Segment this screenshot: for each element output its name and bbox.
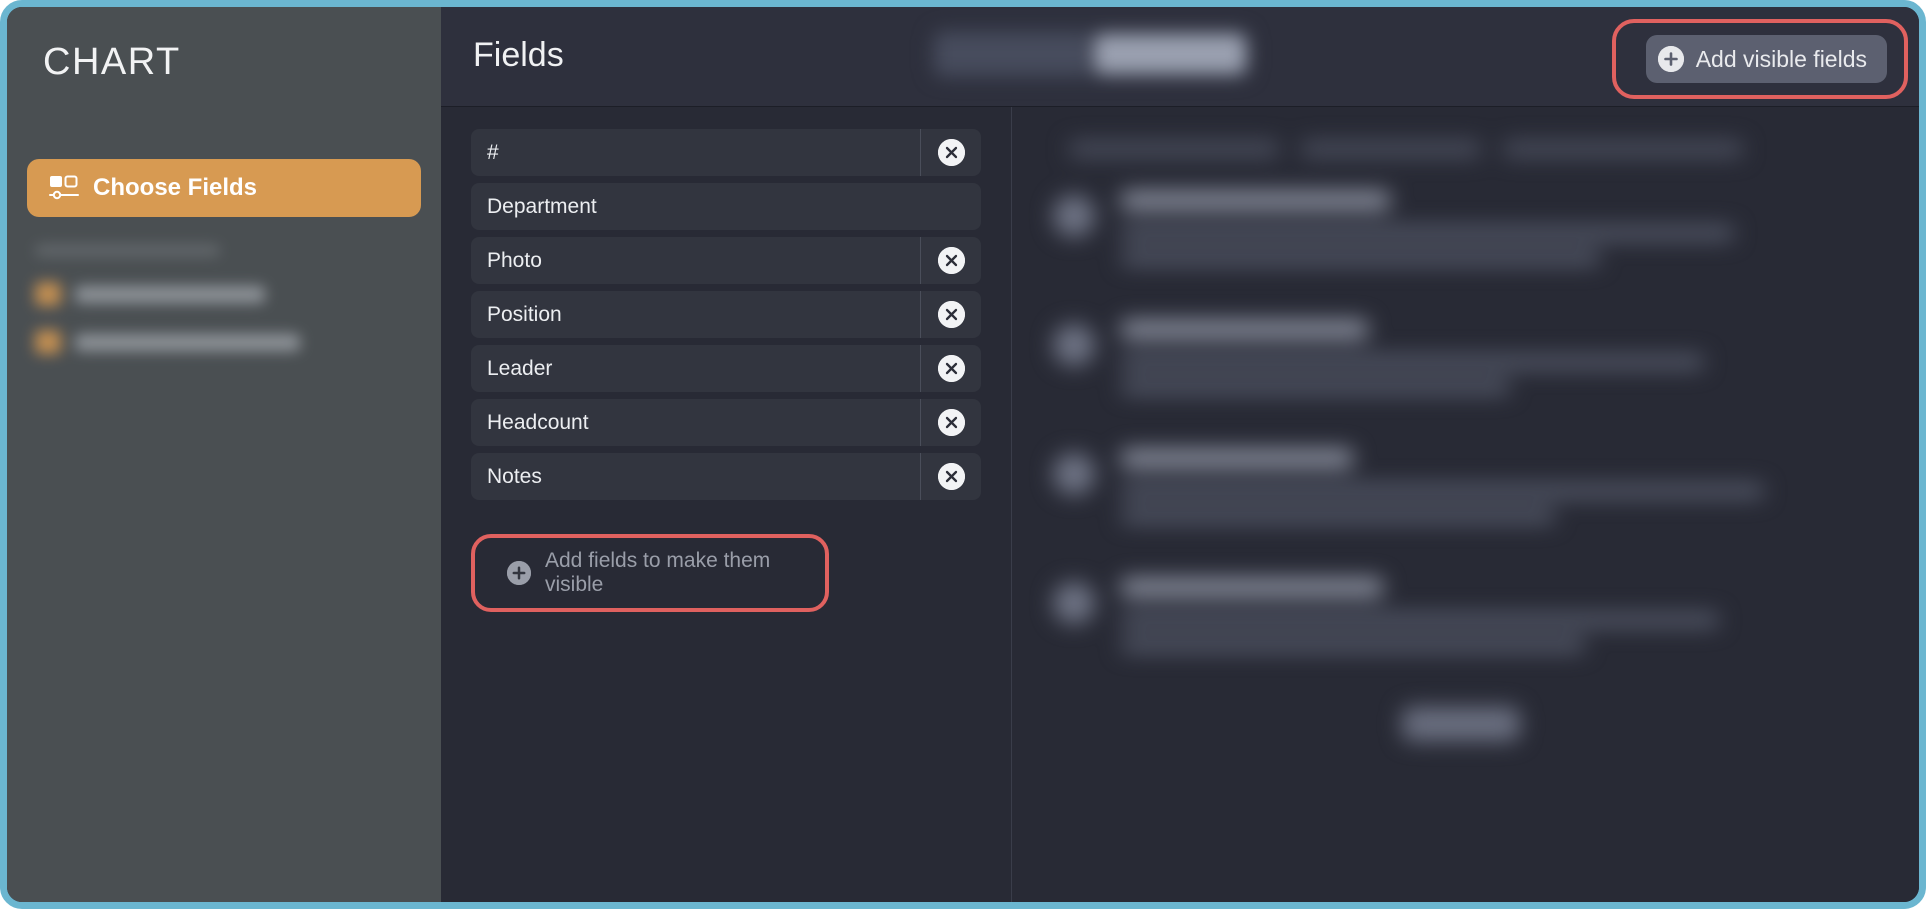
sidebar-blurred-item-label — [75, 333, 300, 351]
field-name: # — [487, 140, 499, 164]
main-content: # Department Photo Position Leader Headc… — [441, 107, 1919, 902]
remove-field-button[interactable] — [921, 237, 981, 284]
preview-list-item — [1053, 320, 1869, 405]
close-circle-icon — [937, 355, 965, 382]
close-circle-icon — [937, 409, 965, 436]
sidebar-blurred-item-icon — [35, 330, 61, 354]
preview-item-title — [1121, 191, 1391, 210]
plus-circle-icon — [507, 561, 531, 585]
app-window: CHART Choose Fields Fields Add visible f… — [0, 0, 1926, 909]
preview-panel[interactable] — [1013, 107, 1919, 902]
sidebar-blurred-item-label — [75, 285, 265, 303]
preview-toolbar-chip — [1069, 141, 1279, 157]
preview-list-item — [1053, 449, 1869, 534]
preview-item-lines — [1121, 578, 1869, 663]
avatar — [1053, 453, 1095, 495]
preview-item-line — [1121, 226, 1735, 240]
sidebar-item-choose-fields[interactable]: Choose Fields — [27, 159, 421, 217]
remove-field-button[interactable] — [921, 345, 981, 392]
avatar — [1053, 324, 1095, 366]
preview-item-line — [1121, 638, 1585, 652]
fields-list-panel: # Department Photo Position Leader Headc… — [441, 107, 1012, 902]
preview-item-title — [1121, 449, 1353, 468]
preview-item-line — [1121, 484, 1765, 498]
add-visible-fields-button[interactable]: Add visible fields — [1645, 35, 1887, 83]
close-circle-icon — [937, 247, 965, 274]
preview-footer-pill — [1402, 707, 1520, 741]
field-row[interactable]: Leader — [471, 345, 981, 392]
field-name: Notes — [487, 464, 542, 488]
add-fields-button-label: Add fields to make them visible — [545, 549, 771, 596]
preview-toolbar-chip — [1503, 141, 1743, 157]
remove-field-button[interactable] — [921, 399, 981, 446]
sidebar-blurred-section — [35, 245, 365, 375]
field-row[interactable]: Department — [471, 183, 981, 230]
field-name: Position — [487, 302, 562, 326]
fields-layout-icon — [49, 175, 79, 201]
segment-option[interactable] — [936, 34, 1088, 74]
field-name: Headcount — [487, 410, 589, 434]
sidebar-item-choose-fields-label: Choose Fields — [93, 174, 258, 201]
sidebar-section-header-placeholder — [35, 245, 220, 256]
field-row[interactable]: Notes — [471, 453, 981, 500]
sidebar-blurred-item — [35, 330, 365, 354]
field-row[interactable]: Position — [471, 291, 981, 338]
preview-list-item — [1053, 191, 1869, 276]
field-row[interactable]: Headcount — [471, 399, 981, 446]
preview-item-line — [1121, 355, 1705, 369]
avatar — [1053, 582, 1095, 624]
field-name: Department — [487, 194, 597, 218]
add-visible-fields-label: Add visible fields — [1695, 45, 1867, 72]
preview-blurred-content — [1013, 107, 1919, 902]
segment-option-selected[interactable] — [1094, 34, 1246, 74]
field-row[interactable]: # — [471, 129, 981, 176]
remove-field-button[interactable] — [921, 453, 981, 500]
view-mode-segmented-control[interactable] — [931, 29, 1251, 79]
remove-field-button[interactable] — [921, 291, 981, 338]
preview-list-item — [1053, 578, 1869, 663]
preview-item-title — [1121, 578, 1383, 597]
preview-item-title — [1121, 320, 1368, 339]
header-bar: Fields Add visible fields — [441, 7, 1919, 107]
close-circle-icon — [937, 301, 965, 328]
field-row[interactable]: Photo — [471, 237, 981, 284]
plus-circle-icon — [1657, 46, 1684, 72]
preview-item-line — [1121, 251, 1600, 265]
sidebar: CHART Choose Fields — [7, 7, 441, 902]
preview-item-lines — [1121, 191, 1869, 276]
remove-field-button[interactable] — [921, 129, 981, 176]
app-title: CHART — [43, 41, 181, 83]
avatar — [1053, 195, 1095, 237]
preview-toolbar — [1069, 141, 1869, 157]
preview-item-line — [1121, 509, 1555, 523]
sidebar-blurred-item — [35, 282, 365, 306]
preview-item-lines — [1121, 320, 1869, 405]
preview-item-line — [1121, 380, 1510, 394]
add-fields-highlight: Add fields to make them visible — [471, 534, 829, 612]
field-name: Photo — [487, 248, 542, 272]
close-circle-icon — [937, 139, 965, 166]
page-title: Fields — [473, 36, 564, 74]
add-fields-button[interactable]: Add fields to make them visible — [475, 538, 825, 608]
sidebar-blurred-item-icon — [35, 282, 61, 306]
field-name: Leader — [487, 356, 553, 380]
preview-item-line — [1121, 613, 1720, 627]
preview-toolbar-chip — [1301, 141, 1481, 157]
preview-item-lines — [1121, 449, 1869, 534]
close-circle-icon — [937, 463, 965, 490]
